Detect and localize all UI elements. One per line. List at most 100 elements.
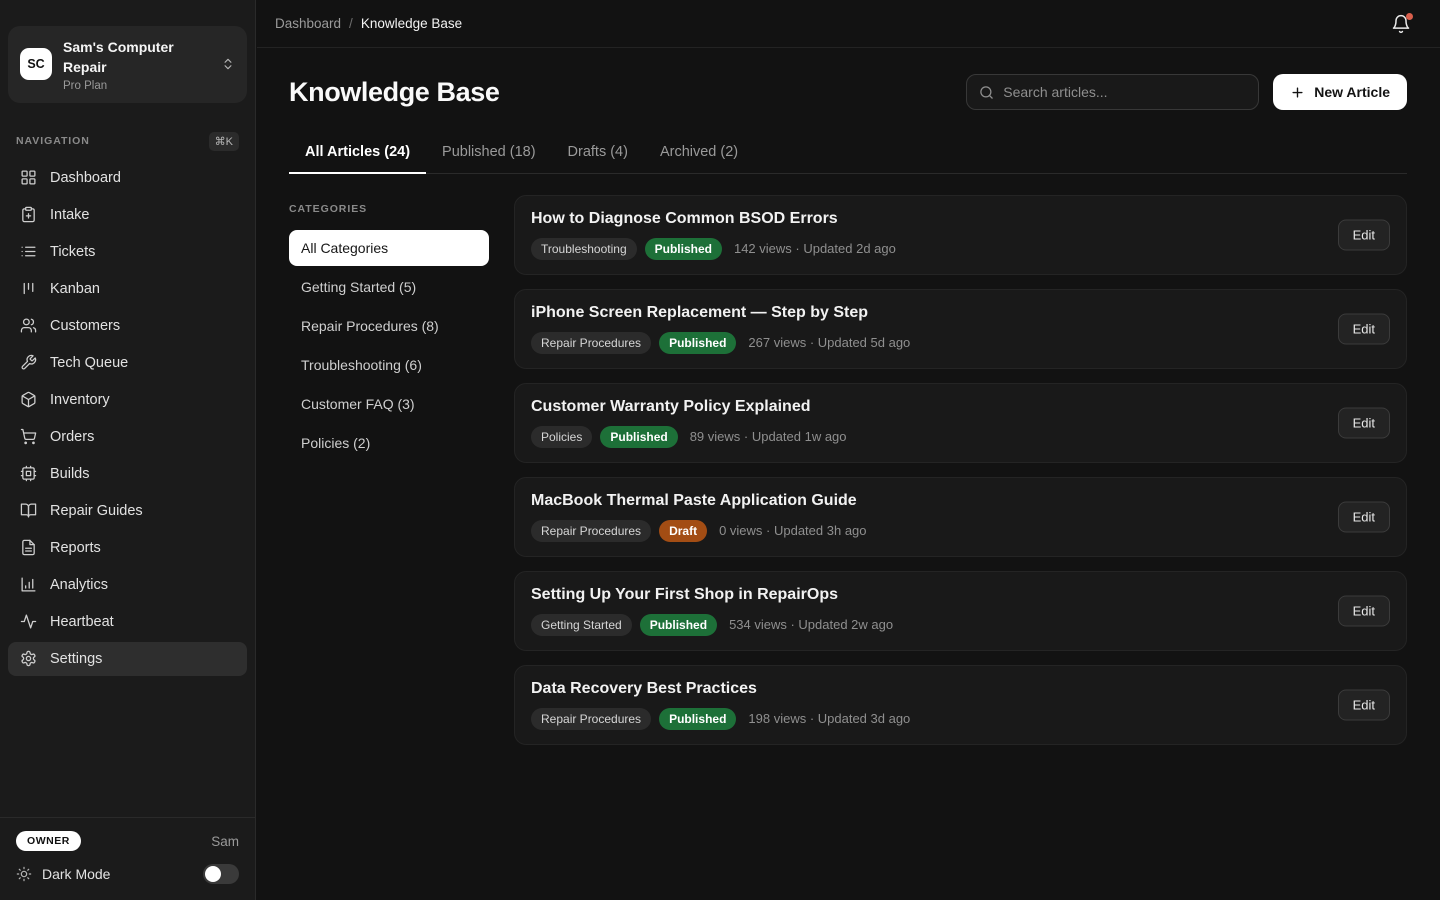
article-row[interactable]: Setting Up Your First Shop in RepairOps …	[514, 571, 1407, 651]
sidebar-item-tech-queue[interactable]: Tech Queue	[8, 346, 247, 380]
tab-drafts[interactable]: Drafts (4)	[552, 132, 644, 174]
book-open-icon	[20, 502, 37, 519]
sidebar-item-label: Kanban	[50, 281, 100, 297]
sidebar-item-builds[interactable]: Builds	[8, 457, 247, 491]
cpu-icon	[20, 465, 37, 482]
article-category-badge: Repair Procedures	[531, 332, 651, 354]
edit-button[interactable]: Edit	[1338, 596, 1390, 627]
article-category-badge: Troubleshooting	[531, 238, 637, 260]
sidebar-item-label: Analytics	[50, 577, 108, 593]
categories-panel: CATEGORIES All Categories Getting Starte…	[289, 195, 489, 464]
sidebar: SC Sam's Computer Repair Pro Plan NAVIGA…	[0, 0, 256, 900]
sidebar-item-orders[interactable]: Orders	[8, 420, 247, 454]
article-status-badge: Published	[640, 614, 717, 636]
new-article-label: New Article	[1314, 84, 1390, 100]
edit-button[interactable]: Edit	[1338, 408, 1390, 439]
article-meta-text: 267 views · Updated 5d ago	[748, 335, 910, 350]
category-customer-faq[interactable]: Customer FAQ (3)	[289, 386, 489, 422]
sidebar-item-label: Tickets	[50, 244, 95, 260]
article-row[interactable]: iPhone Screen Replacement — Step by Step…	[514, 289, 1407, 369]
owner-role-badge: OWNER	[16, 831, 81, 851]
sidebar-item-label: Tech Queue	[50, 355, 128, 371]
dark-mode-label: Dark Mode	[42, 866, 193, 882]
sidebar-item-label: Settings	[50, 651, 102, 667]
wrench-icon	[20, 354, 37, 371]
toggle-knob	[205, 866, 221, 882]
notifications-button[interactable]	[1387, 10, 1415, 38]
article-title: Setting Up Your First Shop in RepairOps	[531, 586, 1390, 604]
breadcrumb-dashboard[interactable]: Dashboard	[275, 16, 341, 31]
article-title: How to Diagnose Common BSOD Errors	[531, 210, 1390, 228]
tab-all-articles[interactable]: All Articles (24)	[289, 132, 426, 174]
article-meta-text: 534 views · Updated 2w ago	[729, 617, 893, 632]
search-box	[966, 74, 1259, 110]
breadcrumb-separator: /	[349, 16, 353, 31]
tenant-avatar: SC	[20, 48, 52, 80]
tenant-plan: Pro Plan	[63, 80, 210, 92]
main-content: Dashboard / Knowledge Base Knowledge Bas…	[257, 0, 1440, 900]
article-title: MacBook Thermal Paste Application Guide	[531, 492, 1390, 510]
edit-button[interactable]: Edit	[1338, 690, 1390, 721]
sidebar-item-repair-guides[interactable]: Repair Guides	[8, 494, 247, 528]
edit-button[interactable]: Edit	[1338, 314, 1390, 345]
article-category-badge: Repair Procedures	[531, 520, 651, 542]
sidebar-item-label: Reports	[50, 540, 101, 556]
category-all[interactable]: All Categories	[289, 230, 489, 266]
article-status-badge: Published	[645, 238, 722, 260]
command-k-shortcut: ⌘K	[209, 132, 239, 151]
edit-button[interactable]: Edit	[1338, 502, 1390, 533]
article-category-badge: Getting Started	[531, 614, 632, 636]
category-repair-procedures[interactable]: Repair Procedures (8)	[289, 308, 489, 344]
search-icon	[979, 85, 994, 100]
sidebar-item-heartbeat[interactable]: Heartbeat	[8, 605, 247, 639]
category-getting-started[interactable]: Getting Started (5)	[289, 269, 489, 305]
sidebar-item-label: Repair Guides	[50, 503, 143, 519]
search-input[interactable]	[1003, 84, 1246, 100]
sidebar-item-dashboard[interactable]: Dashboard	[8, 161, 247, 195]
sidebar-item-settings[interactable]: Settings	[8, 642, 247, 676]
sidebar-item-intake[interactable]: Intake	[8, 198, 247, 232]
category-troubleshooting[interactable]: Troubleshooting (6)	[289, 347, 489, 383]
article-status-badge: Published	[600, 426, 677, 448]
breadcrumb-current: Knowledge Base	[361, 16, 462, 31]
bar-chart-icon	[20, 576, 37, 593]
edit-button[interactable]: Edit	[1338, 220, 1390, 251]
shopping-cart-icon	[20, 428, 37, 445]
article-meta-text: 0 views · Updated 3h ago	[719, 523, 866, 538]
article-category-badge: Repair Procedures	[531, 708, 651, 730]
sidebar-item-tickets[interactable]: Tickets	[8, 235, 247, 269]
article-title: Data Recovery Best Practices	[531, 680, 1390, 698]
article-row[interactable]: How to Diagnose Common BSOD Errors Troub…	[514, 195, 1407, 275]
list-icon	[20, 243, 37, 260]
navigation-heading: NAVIGATION	[16, 135, 90, 147]
notification-dot	[1406, 13, 1413, 20]
sidebar-item-label: Orders	[50, 429, 94, 445]
article-meta-text: 142 views · Updated 2d ago	[734, 241, 896, 256]
new-article-button[interactable]: New Article	[1273, 74, 1407, 110]
article-list: How to Diagnose Common BSOD Errors Troub…	[514, 195, 1407, 759]
article-row[interactable]: Data Recovery Best Practices Repair Proc…	[514, 665, 1407, 745]
tenant-switcher[interactable]: SC Sam's Computer Repair Pro Plan	[8, 26, 247, 103]
sidebar-item-label: Dashboard	[50, 170, 121, 186]
sidebar-item-analytics[interactable]: Analytics	[8, 568, 247, 602]
users-icon	[20, 317, 37, 334]
tab-archived[interactable]: Archived (2)	[644, 132, 754, 174]
sidebar-item-customers[interactable]: Customers	[8, 309, 247, 343]
article-row[interactable]: Customer Warranty Policy Explained Polic…	[514, 383, 1407, 463]
sidebar-item-kanban[interactable]: Kanban	[8, 272, 247, 306]
page-title: Knowledge Base	[289, 77, 966, 108]
sidebar-item-label: Heartbeat	[50, 614, 114, 630]
article-title: iPhone Screen Replacement — Step by Step	[531, 304, 1390, 322]
sidebar-item-reports[interactable]: Reports	[8, 531, 247, 565]
article-row[interactable]: MacBook Thermal Paste Application Guide …	[514, 477, 1407, 557]
chevrons-up-down-icon	[221, 57, 235, 71]
sidebar-item-label: Customers	[50, 318, 120, 334]
file-text-icon	[20, 539, 37, 556]
sidebar-item-inventory[interactable]: Inventory	[8, 383, 247, 417]
package-icon	[20, 391, 37, 408]
article-meta-text: 198 views · Updated 3d ago	[748, 711, 910, 726]
dark-mode-toggle[interactable]	[203, 864, 239, 884]
sidebar-footer: OWNER Sam Dark Mode	[0, 817, 255, 900]
tab-published[interactable]: Published (18)	[426, 132, 552, 174]
category-policies[interactable]: Policies (2)	[289, 425, 489, 461]
